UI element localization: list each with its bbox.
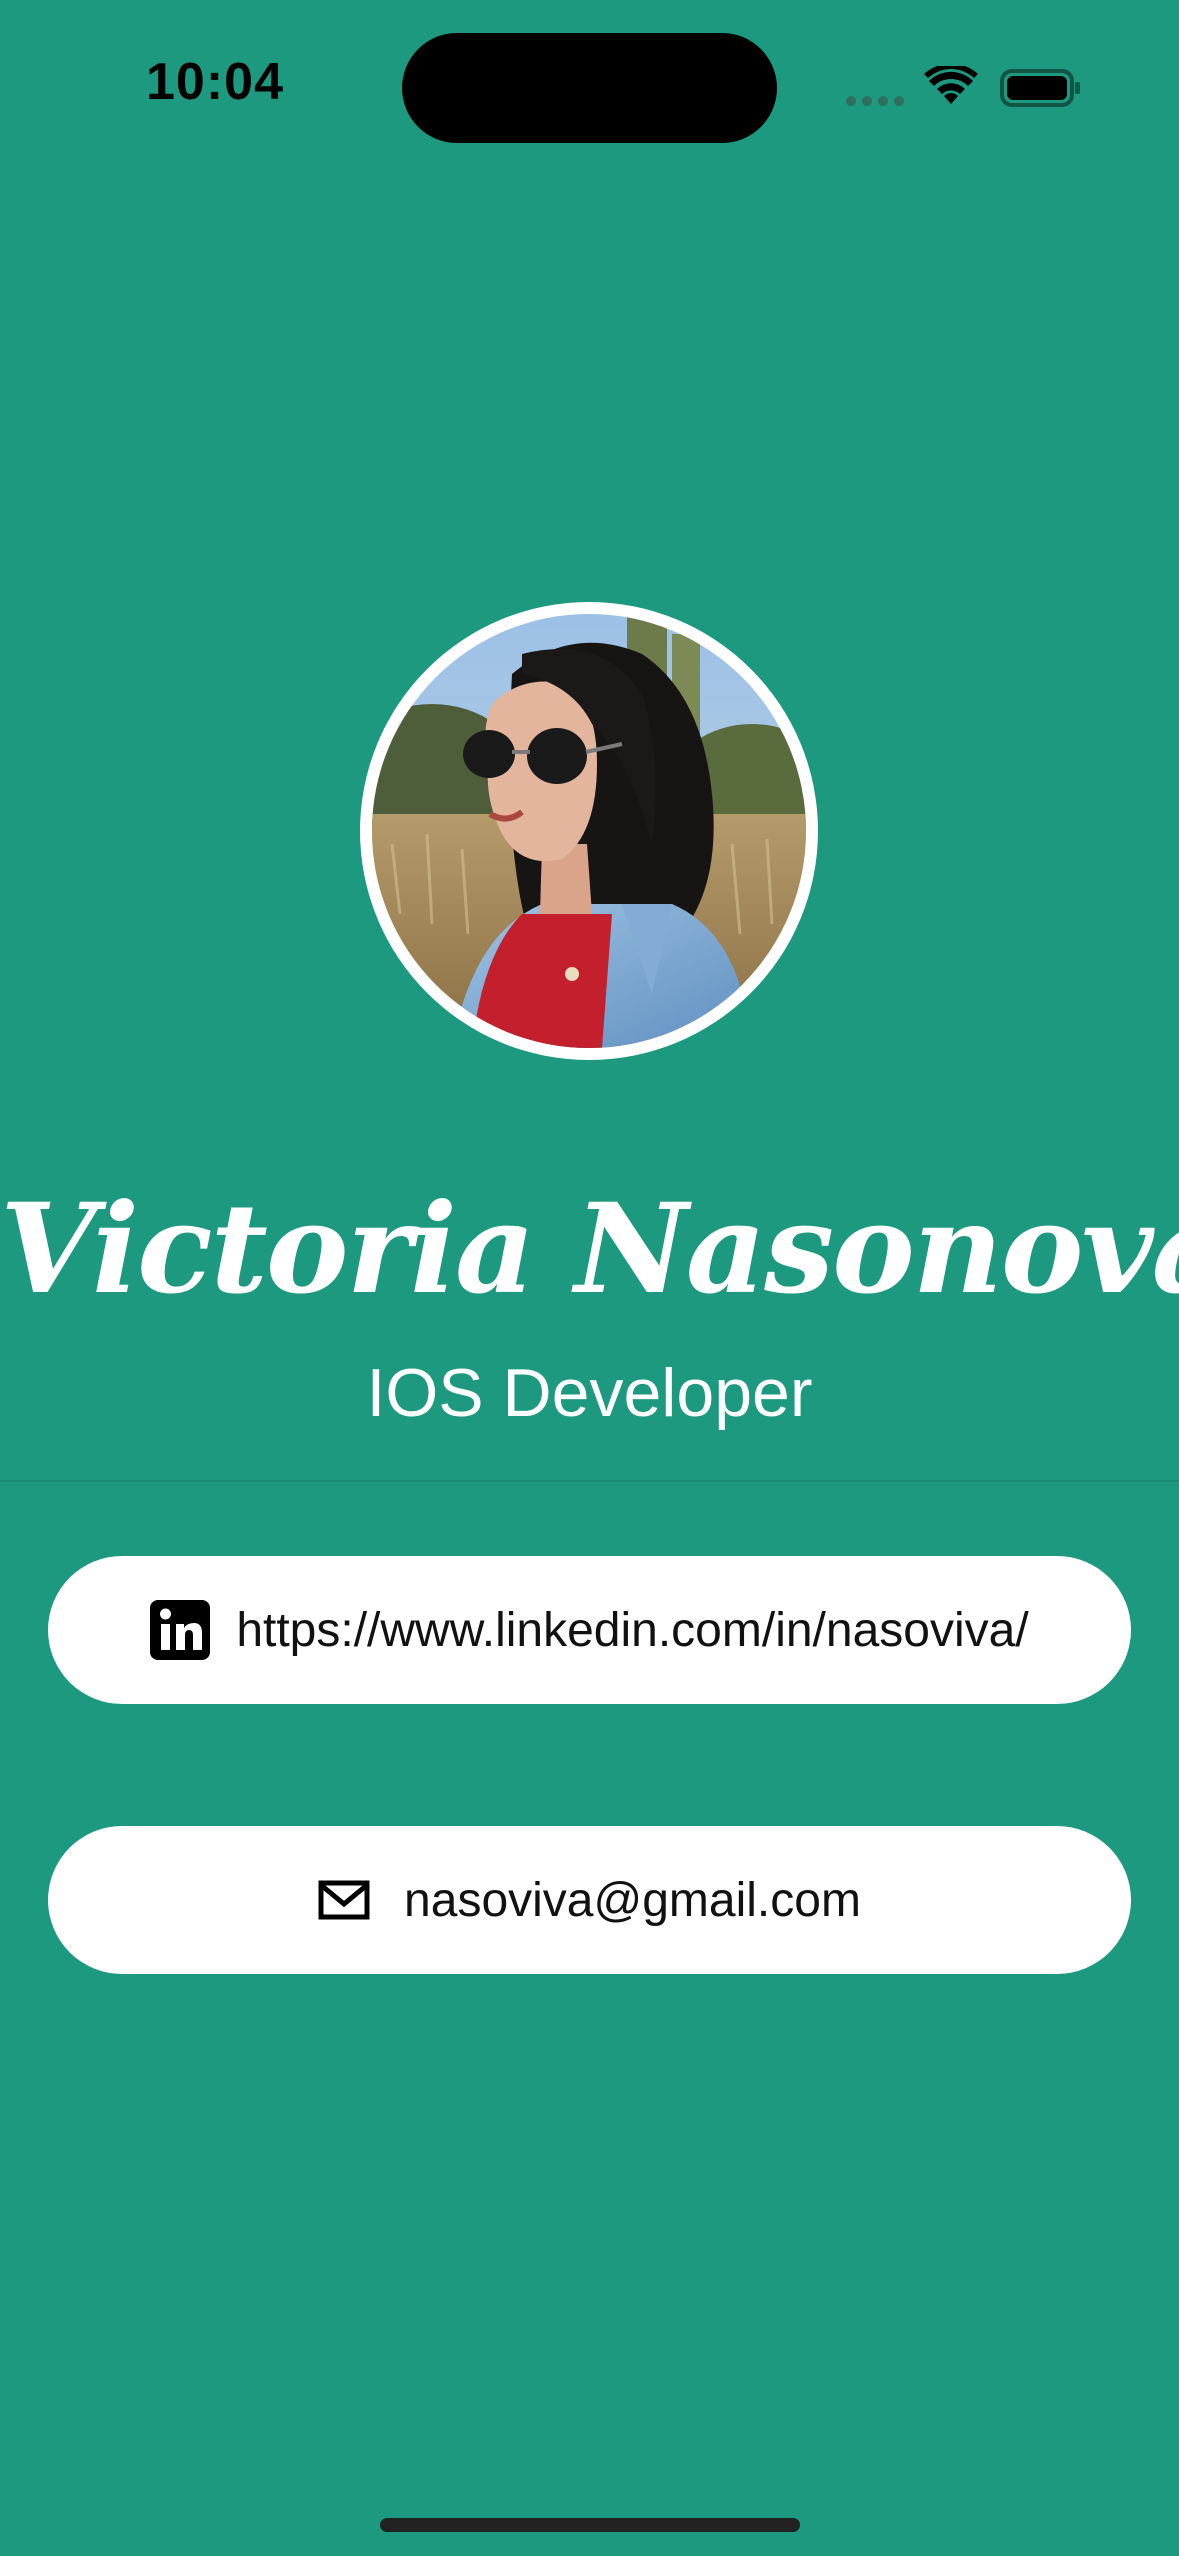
dynamic-island xyxy=(402,33,777,143)
profile-photo xyxy=(372,614,806,1048)
linkedin-url-text: https://www.linkedin.com/in/nasoviva/ xyxy=(236,1603,1029,1657)
envelope-icon xyxy=(318,1880,370,1920)
linkedin-link-button[interactable]: https://www.linkedin.com/in/nasoviva/ xyxy=(48,1556,1131,1704)
profile-title: IOS Developer xyxy=(366,1355,813,1431)
wifi-icon xyxy=(924,66,978,104)
email-link-button[interactable]: nasoviva@gmail.com xyxy=(48,1826,1131,1974)
linkedin-icon xyxy=(150,1600,211,1660)
battery-icon xyxy=(1000,69,1080,107)
email-address-text: nasoviva@gmail.com xyxy=(404,1873,861,1927)
status-bar-time: 10:04 xyxy=(146,53,284,111)
section-divider xyxy=(0,1480,1179,1482)
business-card-screen: 10:04 Victoria Nasonova IOS Developer ht… xyxy=(0,0,1179,2556)
home-indicator[interactable] xyxy=(380,2518,800,2532)
profile-avatar xyxy=(360,602,818,1060)
cellular-signal-icon xyxy=(846,96,906,106)
profile-name: Victoria Nasonova xyxy=(0,1177,1179,1322)
